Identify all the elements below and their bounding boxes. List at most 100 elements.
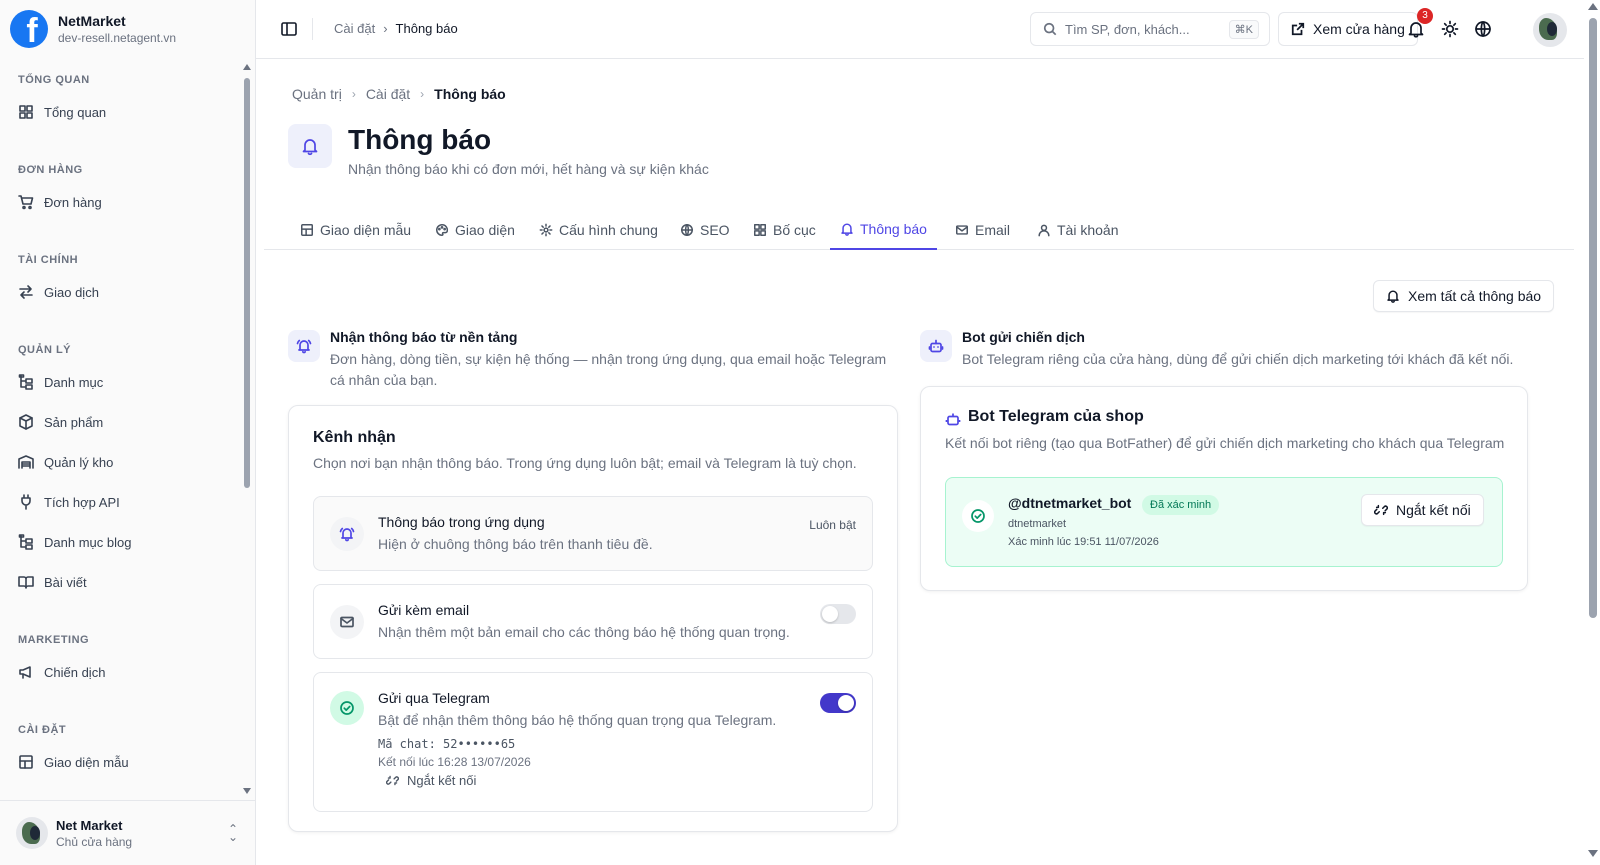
- sidebar-item-categories[interactable]: Danh mục: [0, 362, 244, 402]
- brand[interactable]: f NetMarket dev-resell.netagent.vn: [10, 10, 176, 48]
- tab-seo[interactable]: SEO: [670, 210, 740, 250]
- globe-icon: [1475, 21, 1491, 37]
- tab-layout[interactable]: Bố cục: [743, 210, 826, 250]
- view-all-notifications-button[interactable]: Xem tất cả thông báo: [1373, 280, 1555, 312]
- unlink-icon: [386, 775, 399, 786]
- breadcrumb-item[interactable]: Cài đặt: [366, 86, 410, 102]
- tab-notifications[interactable]: Thông báo: [830, 210, 937, 250]
- sidebar-item-templates[interactable]: Giao diện mẫu: [0, 742, 244, 782]
- arrows-icon: [19, 285, 33, 299]
- sidebar-scrollbar[interactable]: [242, 62, 252, 800]
- sidebar-item-api[interactable]: Tích hợp API: [0, 482, 244, 522]
- tree-icon: [18, 534, 33, 550]
- tab-templates[interactable]: Giao diện mẫu: [290, 210, 421, 250]
- layout-icon: [301, 224, 313, 236]
- sidebar-item-transactions[interactable]: Giao dịch: [0, 272, 244, 312]
- mail-icon: [340, 616, 354, 628]
- tab-label: Tài khoản: [1057, 222, 1119, 238]
- sidebar-item-campaigns[interactable]: Chiến dịch: [0, 652, 244, 692]
- breadcrumb-item[interactable]: Quản trị: [292, 86, 342, 102]
- tab-appearance[interactable]: Giao diện: [425, 210, 525, 250]
- grid-icon: [754, 224, 766, 236]
- breadcrumb-item[interactable]: Cài đặt: [334, 21, 375, 36]
- channel-title: Thông báo trong ứng dụng: [378, 514, 545, 530]
- sidebar-item-inventory[interactable]: Quản lý kho: [0, 442, 244, 482]
- sidebar-item-posts[interactable]: Bài viết: [0, 562, 244, 602]
- always-on-label: Luôn bật: [809, 518, 856, 532]
- channel-description: Bật để nhận thêm thông báo hệ thống quan…: [378, 712, 777, 728]
- sidebar-item-overview[interactable]: Tổng quan: [0, 92, 244, 132]
- email-toggle[interactable]: [820, 604, 856, 624]
- scroll-thumb[interactable]: [244, 78, 250, 488]
- sidebar-item-blog-categories[interactable]: Danh mục blog: [0, 522, 244, 562]
- keyboard-shortcut: ⌘K: [1228, 20, 1259, 39]
- bot-disconnect-button[interactable]: Ngắt kết nối: [1361, 494, 1484, 526]
- palette-icon: [436, 224, 448, 236]
- divider: [312, 18, 313, 40]
- bell-icon: [1387, 290, 1399, 303]
- tab-email[interactable]: Email: [945, 210, 1020, 250]
- breadcrumb: Cài đặt › Thông báo: [334, 21, 458, 36]
- chevron-right-icon: ›: [383, 21, 388, 36]
- page-header-icon: [288, 124, 332, 168]
- telegram-bot-card: Bot Telegram của shop Kết nối bot riêng …: [920, 386, 1528, 591]
- scroll-thumb[interactable]: [1589, 18, 1597, 618]
- tab-general[interactable]: Cấu hình chung: [529, 210, 668, 250]
- scroll-down-icon[interactable]: [243, 788, 251, 794]
- card-title: Bot Telegram của shop: [968, 408, 1144, 425]
- sidebar-item-label: Danh mục: [44, 374, 104, 390]
- scroll-up-icon[interactable]: [243, 64, 251, 70]
- telegram-toggle[interactable]: [820, 693, 856, 713]
- sidebar-item-label: Giao diện mẫu: [44, 754, 129, 770]
- section-description: Bot Telegram riêng của cửa hàng, dùng để…: [962, 351, 1514, 367]
- sidebar-item-label: Tích hợp API: [44, 494, 120, 510]
- sidebar-item-label: Bài viết: [44, 574, 87, 590]
- nav-section-title: ĐƠN HÀNG: [18, 164, 83, 176]
- settings-tabs: Giao diện mẫu Giao diện Cấu hình chung S…: [264, 210, 1574, 250]
- package-icon: [19, 414, 33, 430]
- layout-icon: [19, 755, 33, 769]
- telegram-disconnect-button[interactable]: Ngắt kết nối: [386, 773, 476, 788]
- bot-icon: [928, 339, 944, 353]
- page-scrollbar[interactable]: [1584, 0, 1600, 865]
- gear-icon: [539, 223, 553, 237]
- channel-icon: [330, 517, 364, 551]
- book-icon: [18, 576, 34, 589]
- channel-description: Hiện ở chuông thông báo trên thanh tiêu …: [378, 536, 653, 552]
- bell-ring-icon: [296, 339, 312, 354]
- user-menu[interactable]: Net Market Chủ cửa hàng ⌃ ⌄: [0, 800, 256, 865]
- sidebar-item-orders[interactable]: Đơn hàng: [0, 182, 244, 222]
- search-input[interactable]: Tìm SP, đơn, khách... ⌘K: [1030, 12, 1270, 46]
- view-store-button[interactable]: Xem cửa hàng: [1278, 12, 1418, 46]
- sidebar-item-label: Đơn hàng: [44, 194, 102, 210]
- tab-label: Email: [975, 222, 1011, 238]
- connected-at: Kết nối lúc 16:28 13/07/2026: [378, 755, 531, 769]
- scroll-down-icon[interactable]: [1588, 850, 1598, 857]
- channel-title: Gửi qua Telegram: [378, 690, 490, 706]
- tab-account[interactable]: Tài khoản: [1027, 210, 1128, 250]
- brand-name: NetMarket: [58, 13, 126, 29]
- cart-icon: [18, 195, 34, 210]
- nav-section-title: TỔNG QUAN: [18, 74, 90, 86]
- tab-label: Thông báo: [860, 221, 927, 237]
- scroll-up-icon[interactable]: [1588, 3, 1598, 10]
- language-button[interactable]: [1474, 20, 1492, 38]
- sidebar-nav: TỔNG QUAN Tổng quan ĐƠN HÀNG Đơn hàng TÀ…: [0, 68, 244, 788]
- check-circle-icon: [340, 701, 354, 715]
- notifications-button[interactable]: 3: [1407, 8, 1433, 38]
- card-description: Kết nối bot riêng (tạo qua BotFather) để…: [945, 435, 1505, 451]
- sidebar-toggle-button[interactable]: [280, 20, 298, 38]
- page-breadcrumb: Quản trị › Cài đặt › Thông báo: [292, 86, 506, 102]
- check-circle-icon: [962, 500, 994, 532]
- channel-icon: [330, 605, 364, 639]
- search-icon: [1043, 22, 1057, 36]
- section-title: Bot gửi chiến dịch: [962, 329, 1085, 345]
- avatar[interactable]: [1533, 13, 1567, 47]
- disconnect-label: Ngắt kết nối: [1396, 502, 1471, 518]
- sidebar-item-products[interactable]: Sản phẩm: [0, 402, 244, 442]
- panel-left-icon: [281, 22, 297, 36]
- sidebar-item-label: Chiến dịch: [44, 664, 106, 680]
- bell-icon: [841, 223, 853, 236]
- tab-label: Bố cục: [773, 222, 816, 238]
- theme-toggle-button[interactable]: [1441, 20, 1459, 38]
